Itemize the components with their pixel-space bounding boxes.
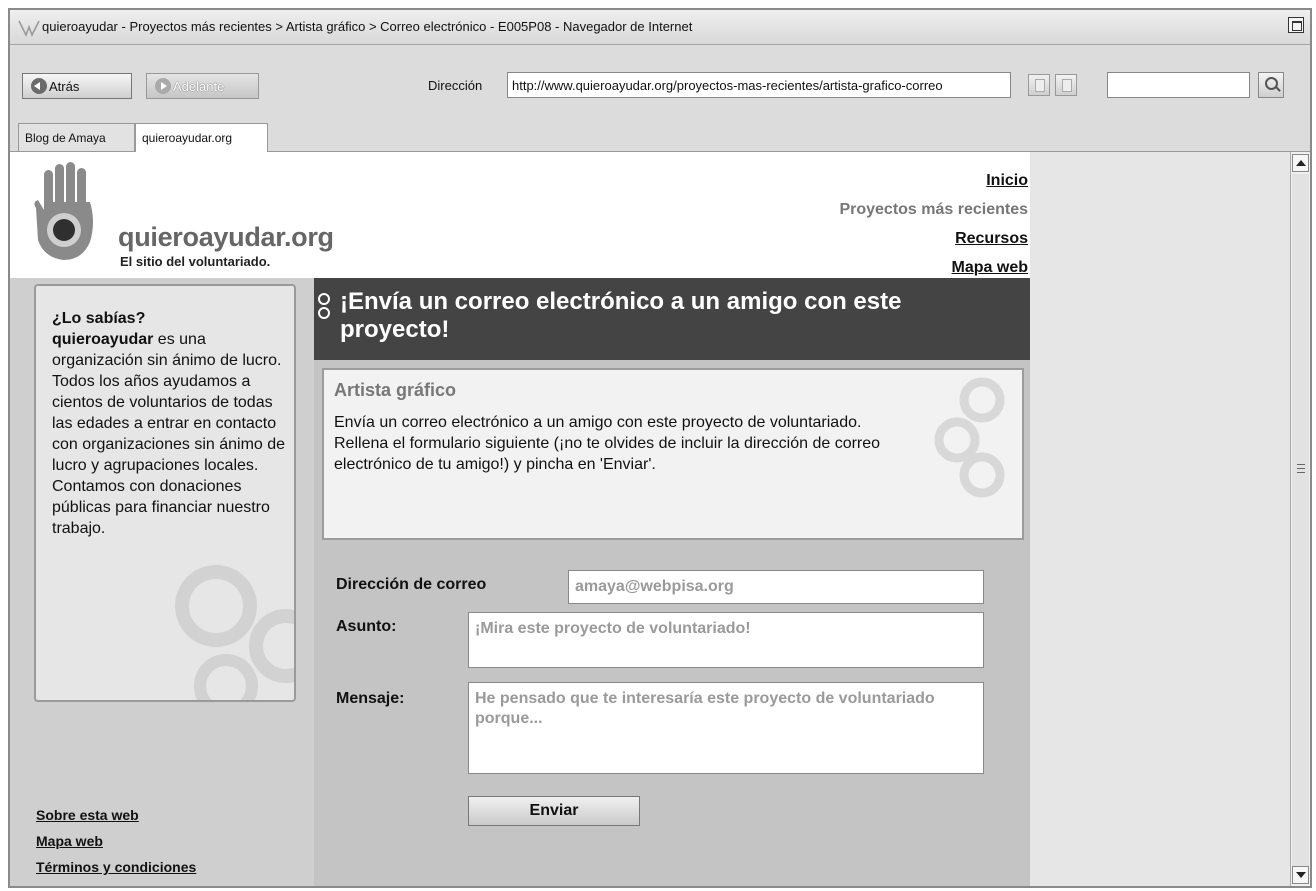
vertical-scrollbar[interactable]: [1290, 152, 1310, 886]
web-page: quieroayudar.org El sitio del voluntaria…: [10, 152, 1030, 886]
project-desc-line-1: Envía un correo electrónico a un amigo c…: [334, 414, 862, 431]
tab-quieroayudar[interactable]: quieroayudar.org: [135, 123, 268, 152]
subject-label: Asunto:: [336, 618, 397, 635]
copy-icon: [1035, 79, 1045, 92]
nav-link-recursos[interactable]: Recursos: [839, 224, 1028, 253]
copy-button[interactable]: [1028, 74, 1050, 96]
forward-button-label: Adelante: [173, 78, 225, 94]
back-arrow-icon: [31, 78, 47, 94]
email-label: Dirección de correo: [336, 576, 487, 593]
site-tagline: El sitio del voluntariado.: [120, 254, 271, 269]
paste-button[interactable]: [1055, 74, 1077, 96]
hands-watermark-icon: [934, 377, 1005, 498]
site-nav: Inicio Proyectos más recientes Recursos …: [839, 166, 1028, 282]
tab-blog-de-amaya[interactable]: Blog de Amaya: [18, 123, 135, 151]
forward-button[interactable]: Adelante: [146, 73, 259, 99]
org-name: quieroayudar: [52, 331, 154, 348]
page-title: ¡Envía un correo electrónico a un amigo …: [340, 288, 902, 343]
page-viewport: quieroayudar.org El sitio del voluntaria…: [10, 152, 1290, 886]
window-title: quieroayudar - Proyectos más recientes >…: [42, 19, 693, 34]
address-bar[interactable]: http://www.quieroayudar.org/proyectos-ma…: [507, 72, 1011, 98]
project-title: Artista gráfico: [334, 380, 457, 400]
forward-arrow-icon: [155, 78, 171, 94]
project-desc-line-2: Rellena el formulario siguiente (¡no te …: [334, 435, 881, 473]
browser-window: quieroayudar - Proyectos más recientes >…: [8, 8, 1312, 888]
browser-toolbar: Atrás Adelante Dirección http://www.quie…: [10, 45, 1310, 119]
page-background: [1030, 152, 1290, 886]
address-label: Dirección: [428, 78, 483, 93]
footer-link-sobre[interactable]: Sobre esta web: [36, 802, 196, 828]
search-button[interactable]: [1258, 72, 1284, 98]
browser-logo-icon: [18, 20, 40, 37]
did-you-know-box: ¿Lo sabías? quieroayudar es una organiza…: [34, 284, 296, 702]
footer-links: Sobre esta web Mapa web Términos y condi…: [36, 802, 196, 880]
scroll-thumb[interactable]: [1292, 174, 1309, 868]
back-button[interactable]: Atrás: [22, 73, 132, 99]
nav-link-inicio[interactable]: Inicio: [839, 166, 1028, 195]
hands-icon: [318, 293, 330, 319]
project-description: Envía un correo electrónico a un amigo c…: [334, 412, 894, 475]
did-you-know-body: es una organización sin ánimo de lucro. …: [52, 331, 286, 537]
message-field[interactable]: He pensado que te interesaría este proye…: [468, 682, 984, 774]
scroll-down-icon[interactable]: [1292, 866, 1309, 884]
tab-bar: Blog de Amaya quieroayudar.org: [10, 119, 1310, 152]
subject-field[interactable]: ¡Mira este proyecto de voluntariado!: [468, 612, 984, 668]
email-field[interactable]: amaya@webpisa.org: [568, 570, 984, 604]
grip-icon: [1297, 464, 1305, 473]
did-you-know-text: ¿Lo sabías? quieroayudar es una organiza…: [52, 308, 292, 539]
scroll-up-icon[interactable]: [1292, 154, 1309, 172]
main-column: ¡Envía un correo electrónico a un amigo …: [314, 278, 1030, 886]
search-input[interactable]: [1107, 72, 1250, 98]
hands-watermark-icon: [175, 565, 294, 700]
project-info-box: Artista gráfico Envía un correo electrón…: [322, 368, 1024, 540]
nav-link-proyectos[interactable]: Proyectos más recientes: [839, 195, 1028, 224]
did-you-know-heading: ¿Lo sabías?: [52, 310, 146, 327]
maximize-button[interactable]: [1288, 17, 1304, 33]
back-button-label: Atrás: [49, 78, 80, 94]
footer-link-terminos[interactable]: Términos y condiciones: [36, 854, 196, 880]
send-button[interactable]: Enviar: [468, 796, 640, 826]
hand-logo-icon: [34, 162, 93, 260]
paste-icon: [1062, 79, 1072, 92]
title-bar: quieroayudar - Proyectos más recientes >…: [10, 10, 1310, 45]
site-header: quieroayudar.org El sitio del voluntaria…: [10, 152, 1030, 278]
footer-link-mapa[interactable]: Mapa web: [36, 828, 196, 854]
site-logo-name[interactable]: quieroayudar.org: [118, 222, 334, 253]
page-banner: ¡Envía un correo electrónico a un amigo …: [314, 278, 1030, 360]
message-label: Mensaje:: [336, 690, 405, 707]
